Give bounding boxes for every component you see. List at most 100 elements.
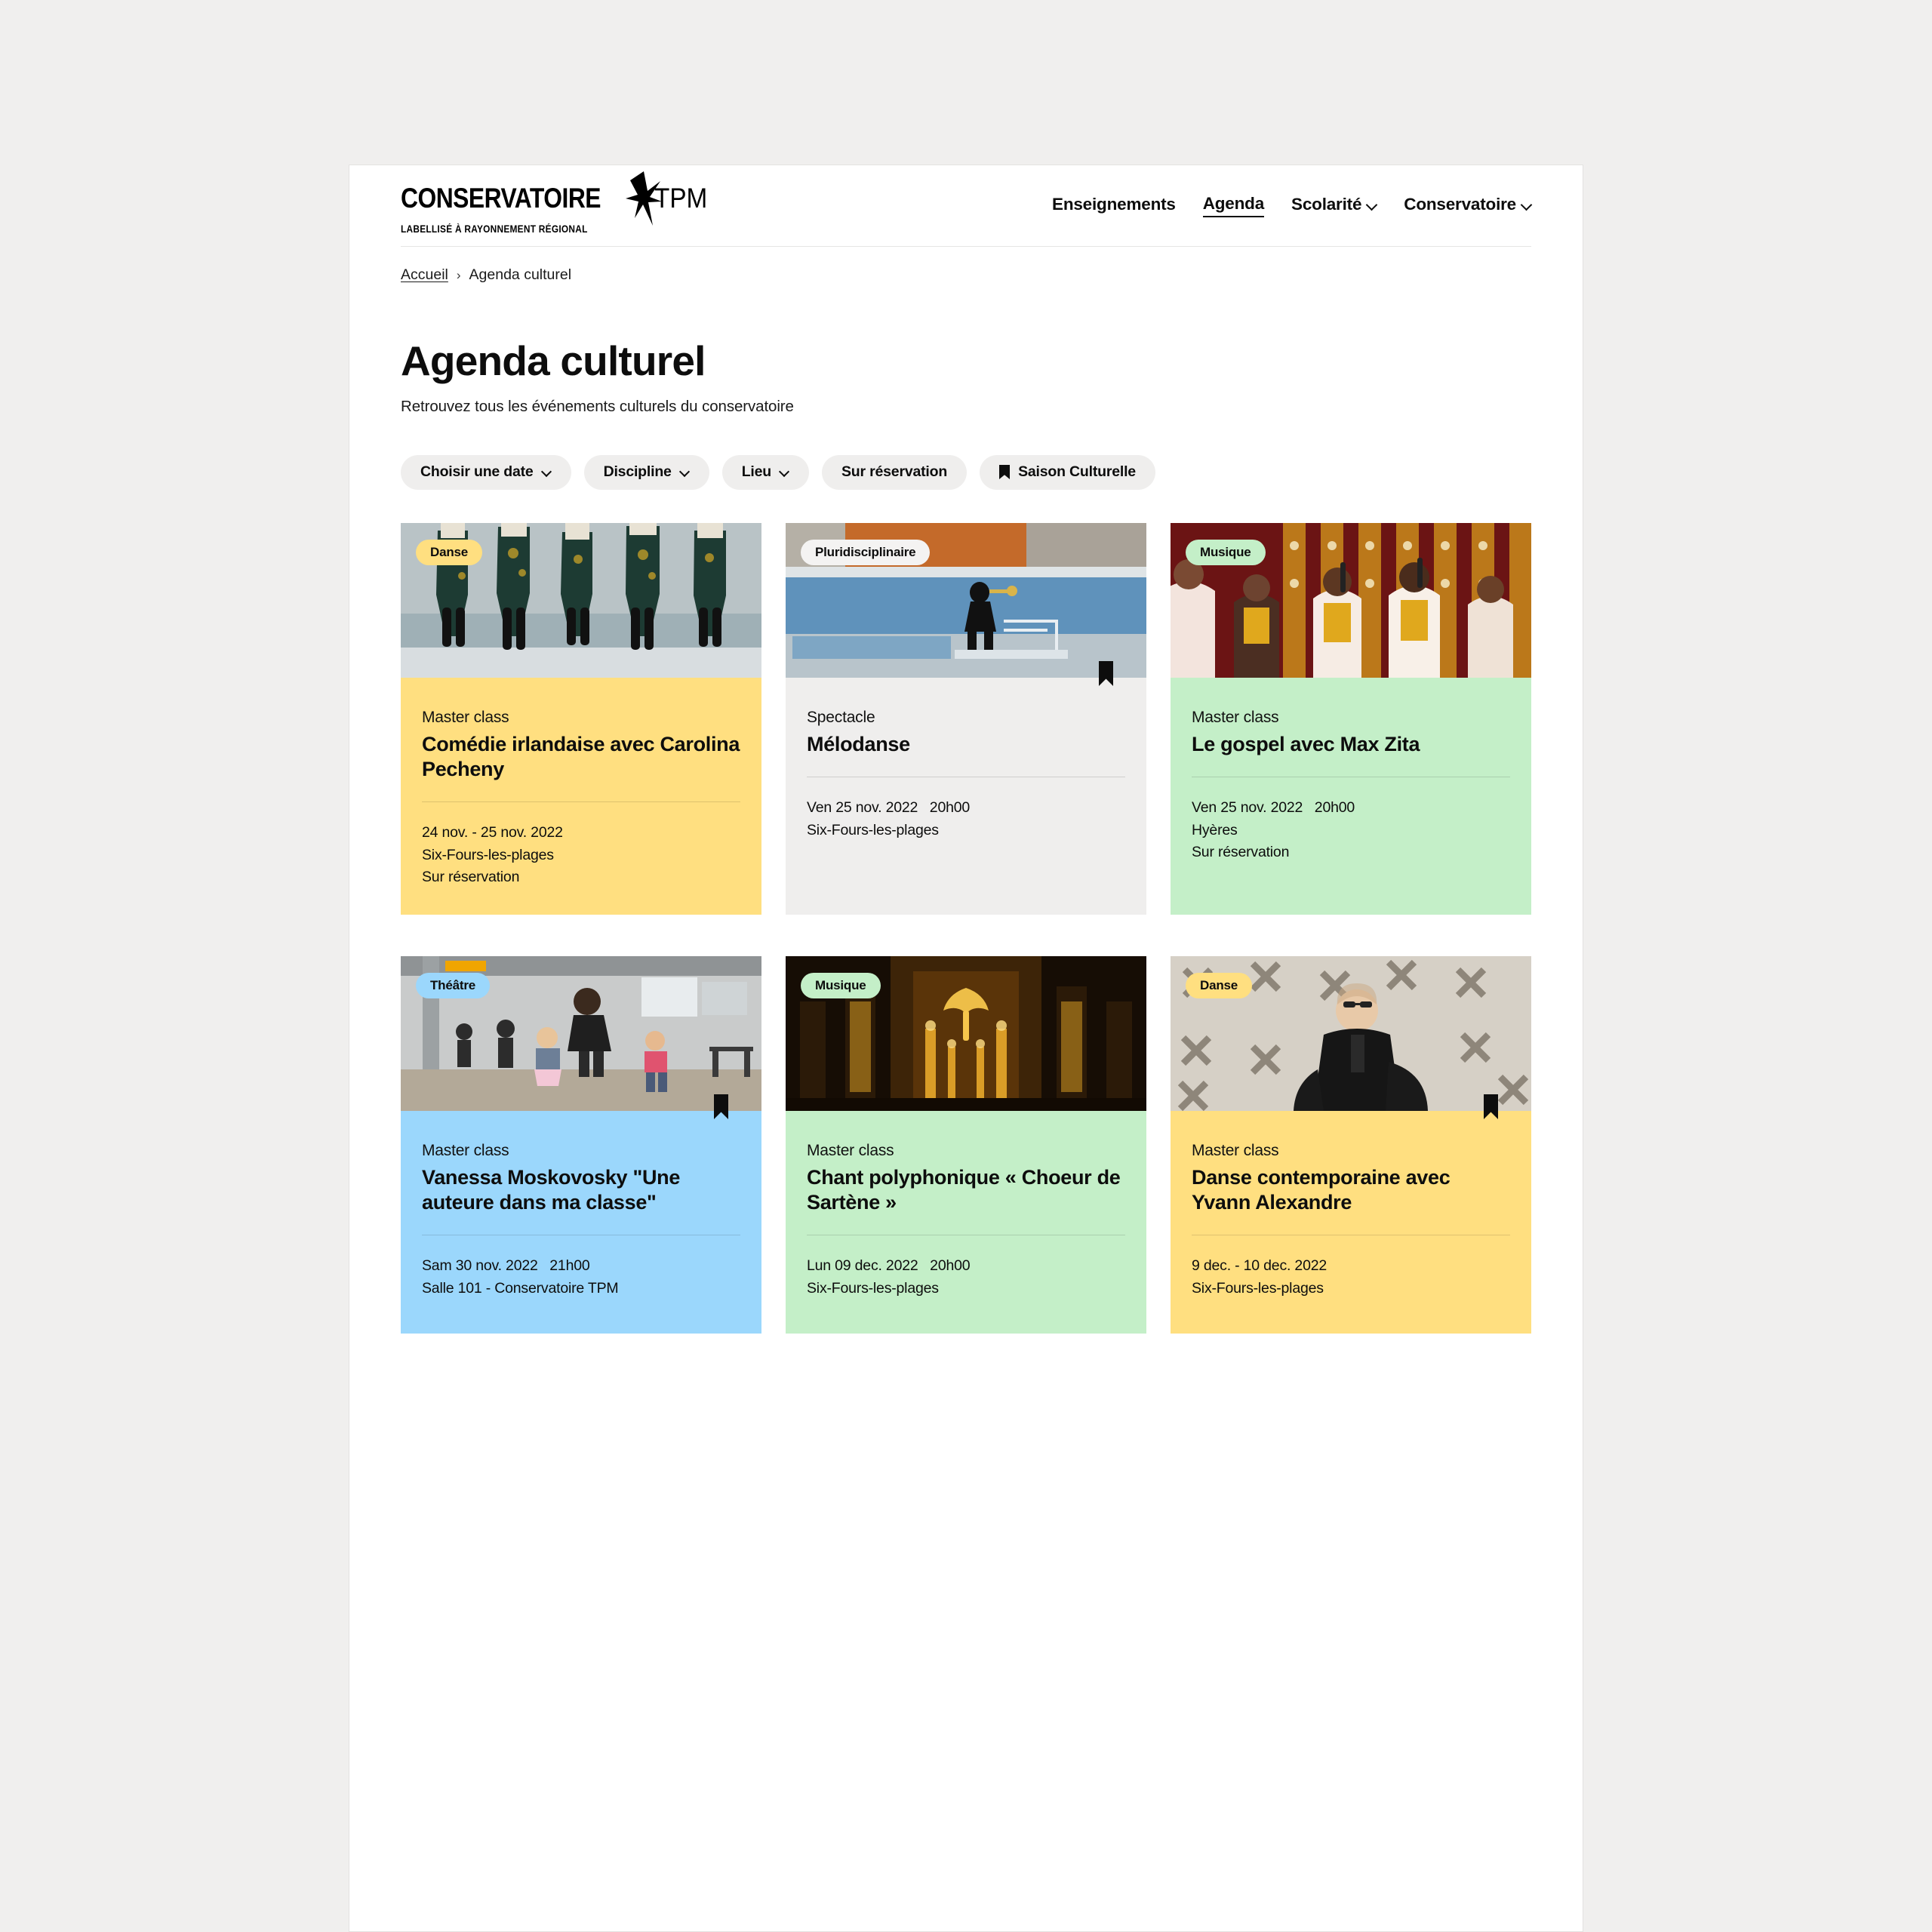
filter-discipline[interactable]: Discipline xyxy=(583,454,709,490)
chevron-down-icon xyxy=(542,467,552,477)
event-card-body: Spectacle Mélodanse Ven 25 nov. 2022 20h… xyxy=(786,660,1146,915)
bookmark-icon[interactable] xyxy=(714,1094,728,1119)
nav-item-enseignements[interactable]: Enseignements xyxy=(1052,195,1176,217)
event-kicker: Master class xyxy=(422,708,509,726)
filter-choisir-une-date[interactable]: Choisir une date xyxy=(401,454,571,490)
event-title: Comédie irlandaise avec Carolina Pecheny xyxy=(422,733,740,780)
nav-label: Scolarité xyxy=(1291,195,1362,214)
event-card-body: Master class Danse contemporaine avec Yv… xyxy=(1171,1094,1531,1334)
chevron-down-icon xyxy=(1367,200,1377,210)
events-grid: Danse Master class Comédie irlandaise av… xyxy=(349,490,1583,1334)
page-container: CONSERVATOIRE TPM LABELLISÉ À RAYONNEMEN… xyxy=(349,165,1583,1932)
event-kicker: Master class xyxy=(1192,1141,1279,1159)
event-card-body: Master class Le gospel avec Max Zita Ven… xyxy=(1171,677,1531,915)
event-title: Le gospel avec Max Zita xyxy=(1192,733,1420,755)
page-subtitle: Retrouvez tous les événements culturels … xyxy=(401,397,794,415)
page-title: Agenda culturel xyxy=(401,337,706,384)
breadcrumb-separator-icon: › xyxy=(456,267,461,282)
nav-item-conservatoire[interactable]: Conservatoire xyxy=(1404,195,1531,217)
filter-lieu[interactable]: Lieu xyxy=(721,454,809,490)
event-image: Musique xyxy=(1171,522,1531,678)
event-extra: Sur réservation xyxy=(1192,844,1290,861)
bookmark-icon[interactable] xyxy=(1099,660,1113,686)
event-place: Salle 101 - Conservatoire TPM xyxy=(422,1279,619,1297)
event-category-badge: Théâtre xyxy=(416,972,491,998)
event-category-badge: Pluridisciplinaire xyxy=(801,539,931,565)
event-extra: Sur réservation xyxy=(422,869,520,886)
event-date: Ven 25 nov. 2022 20h00 xyxy=(1192,798,1355,816)
filter-bar: Choisir une date Discipline Lieu Sur rés… xyxy=(349,416,1583,490)
event-image: Pluridisciplinaire xyxy=(786,522,1146,678)
filter-label: Lieu xyxy=(741,463,771,481)
filter-label: Saison Culturelle xyxy=(1018,463,1136,481)
site-header: CONSERVATOIRE TPM LABELLISÉ À RAYONNEMEN… xyxy=(349,165,1583,246)
event-card[interactable]: Théâtre Master class Vanessa Moskovosky … xyxy=(401,955,761,1334)
event-image: Danse xyxy=(1171,955,1531,1111)
event-place: Six-Fours-les-plages xyxy=(422,846,554,863)
bookmark-icon xyxy=(999,465,1011,480)
event-card[interactable]: Musique Master class Chant polyphonique … xyxy=(786,955,1146,1334)
event-meta: Ven 25 nov. 2022 20h00 Hyères Sur réserv… xyxy=(1192,797,1510,864)
filter-label: Sur réservation xyxy=(841,463,948,481)
event-card[interactable]: Musique Master class Le gospel avec Max … xyxy=(1171,522,1531,915)
event-meta: Lun 09 dec. 2022 20h00 Six-Fours-les-pla… xyxy=(807,1255,1125,1300)
site-logo[interactable]: CONSERVATOIRE TPM LABELLISÉ À RAYONNEMEN… xyxy=(401,171,713,235)
logo-tpm: TPM xyxy=(654,183,708,214)
event-title: Chant polyphonique « Choeur de Sartène » xyxy=(807,1166,1121,1214)
breadcrumb-current: Agenda culturel xyxy=(469,266,572,283)
main-navigation: Enseignements Agenda Scolarité Conservat… xyxy=(1052,194,1531,217)
breadcrumb-home-link[interactable]: Accueil xyxy=(401,266,448,284)
nav-label: Agenda xyxy=(1202,194,1265,213)
nav-item-scolarite[interactable]: Scolarité xyxy=(1291,195,1377,217)
event-image: Musique xyxy=(786,955,1146,1111)
event-meta: 24 nov. - 25 nov. 2022 Six-Fours-les-pla… xyxy=(422,822,740,889)
event-meta: Ven 25 nov. 2022 20h00 Six-Fours-les-pla… xyxy=(807,797,1125,841)
filter-label: Choisir une date xyxy=(420,463,534,481)
event-kicker: Master class xyxy=(422,1141,509,1159)
nav-label: Conservatoire xyxy=(1404,195,1516,214)
event-date: 24 nov. - 25 nov. 2022 xyxy=(422,823,563,841)
event-image: Théâtre xyxy=(401,955,761,1111)
event-category-badge: Danse xyxy=(1186,972,1253,998)
event-place: Six-Fours-les-plages xyxy=(1192,1279,1324,1297)
event-category-badge: Musique xyxy=(801,972,881,998)
filter-label: Discipline xyxy=(603,463,672,481)
nav-item-agenda[interactable]: Agenda xyxy=(1202,194,1265,217)
bookmark-icon[interactable] xyxy=(1484,1094,1498,1119)
event-title: Danse contemporaine avec Yvann Alexandre xyxy=(1192,1166,1451,1214)
event-title: Mélodanse xyxy=(807,733,910,755)
event-category-badge: Danse xyxy=(416,539,483,565)
event-place: Six-Fours-les-plages xyxy=(807,1279,939,1297)
event-title: Vanessa Moskovosky "Une auteure dans ma … xyxy=(422,1166,681,1214)
logo-tagline: LABELLISÉ À RAYONNEMENT RÉGIONAL xyxy=(401,223,588,235)
event-card[interactable]: Danse Master class Danse contemporaine a… xyxy=(1171,955,1531,1334)
event-meta: 9 dec. - 10 dec. 2022 Six-Fours-les-plag… xyxy=(1192,1255,1510,1300)
filter-sur-reservation[interactable]: Sur réservation xyxy=(822,454,968,490)
filter-saison-culturelle[interactable]: Saison Culturelle xyxy=(980,454,1155,490)
event-card[interactable]: Pluridisciplinaire Spectacle Mélodanse V… xyxy=(786,522,1146,915)
chevron-down-icon xyxy=(780,467,789,477)
nav-label: Enseignements xyxy=(1052,195,1176,214)
event-meta: Sam 30 nov. 2022 21h00 Salle 101 - Conse… xyxy=(422,1255,740,1300)
event-card[interactable]: Danse Master class Comédie irlandaise av… xyxy=(401,522,761,915)
breadcrumb: Accueil › Agenda culturel xyxy=(349,247,1583,284)
event-place: Six-Fours-les-plages xyxy=(807,821,939,838)
event-date: 9 dec. - 10 dec. 2022 xyxy=(1192,1257,1327,1274)
chevron-down-icon xyxy=(1521,200,1531,210)
event-kicker: Master class xyxy=(807,1141,894,1159)
event-date: Ven 25 nov. 2022 20h00 xyxy=(807,798,971,816)
event-card-body: Master class Vanessa Moskovosky "Une aut… xyxy=(401,1094,761,1334)
event-image: Danse xyxy=(401,522,761,678)
event-date: Sam 30 nov. 2022 21h00 xyxy=(422,1257,590,1274)
chevron-down-icon xyxy=(680,467,690,477)
event-card-body: Master class Comédie irlandaise avec Car… xyxy=(401,677,761,915)
event-kicker: Master class xyxy=(1192,708,1279,726)
event-category-badge: Musique xyxy=(1186,539,1266,565)
page-heading-block: Agenda culturel Retrouvez tous les événe… xyxy=(349,284,1583,416)
logo-wordmark: CONSERVATOIRE xyxy=(401,183,601,214)
event-date: Lun 09 dec. 2022 20h00 xyxy=(807,1257,971,1274)
card-divider xyxy=(422,801,740,802)
event-place: Hyères xyxy=(1192,821,1238,838)
event-card-body: Master class Chant polyphonique « Choeur… xyxy=(786,1110,1146,1334)
event-kicker: Spectacle xyxy=(807,708,875,726)
